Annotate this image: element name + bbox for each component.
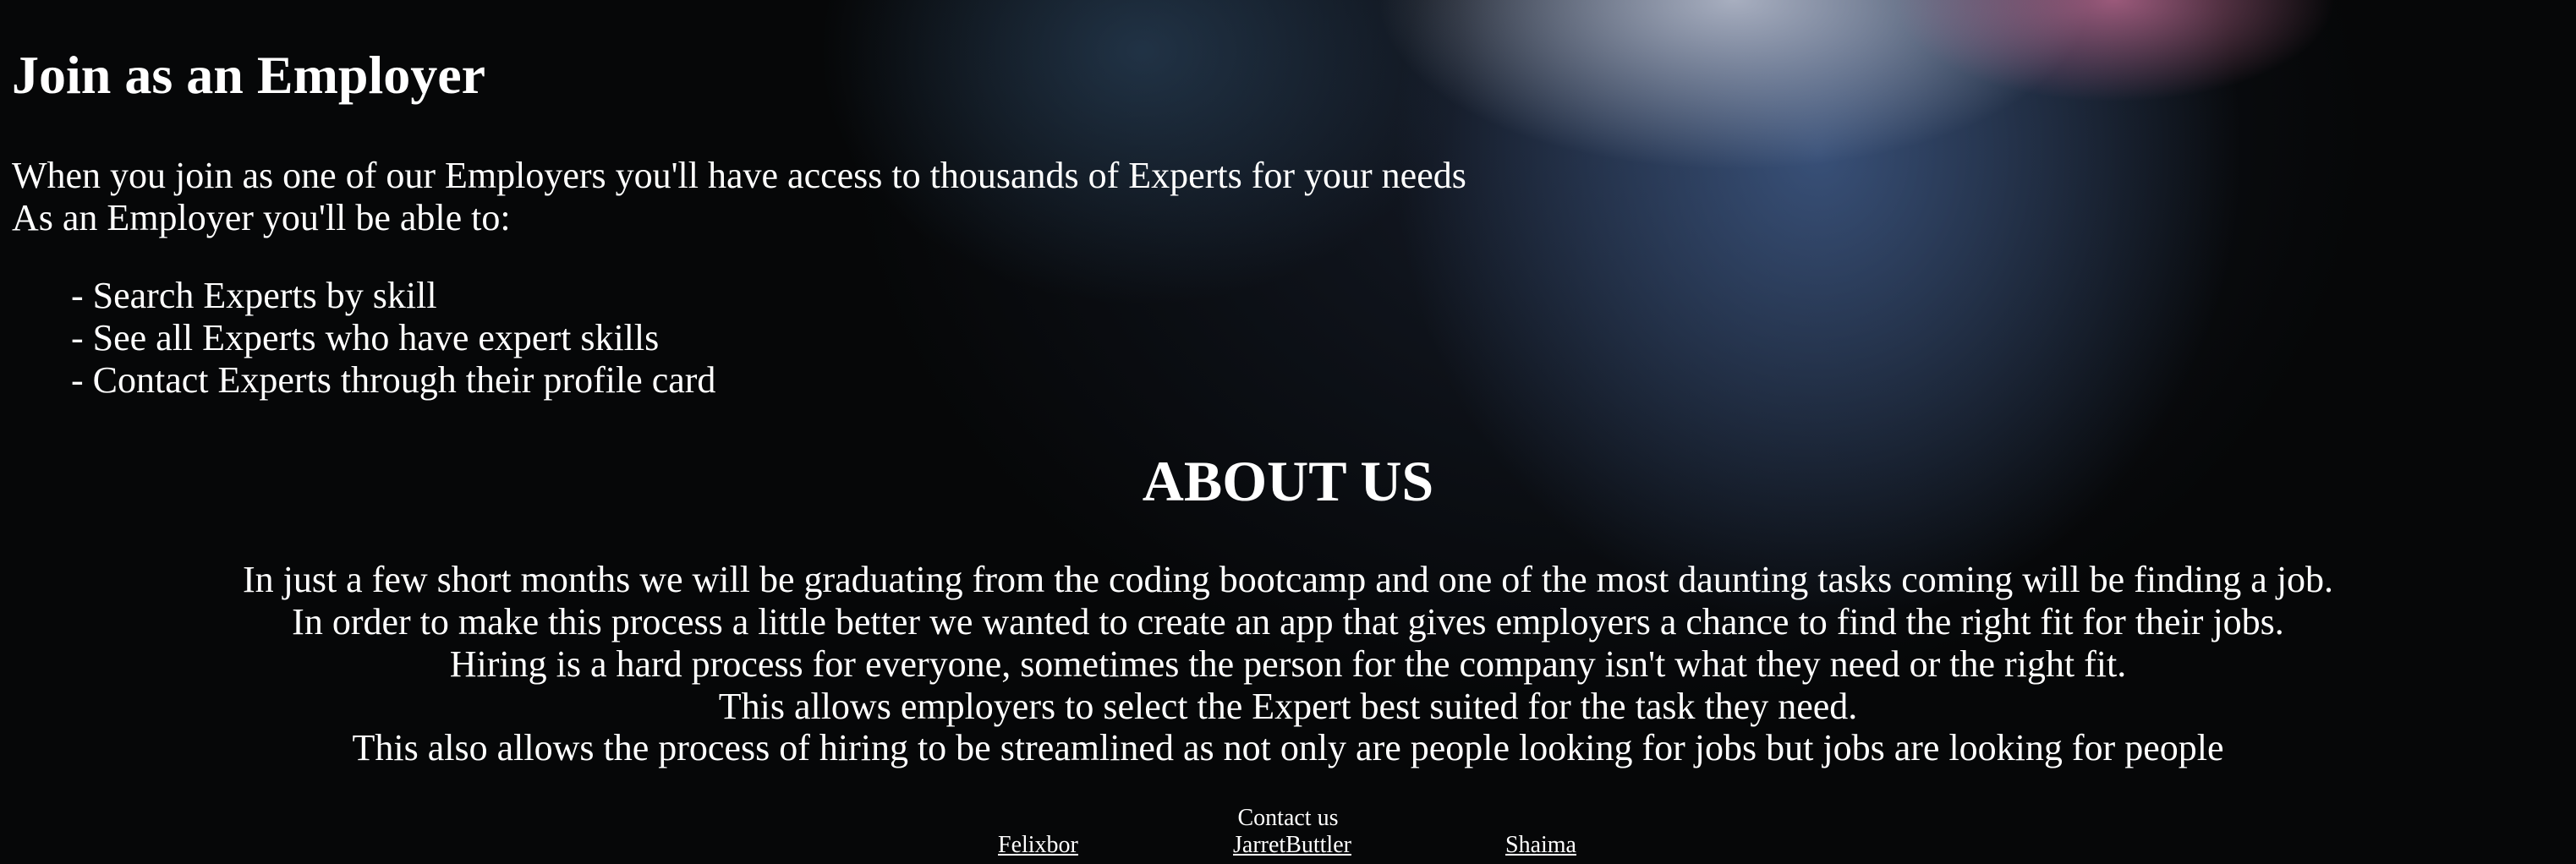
employer-able-to: As an Employer you'll be able to: [12,197,511,238]
ability-item: - See all Experts who have expert skills [71,317,660,358]
contact-link-jarretbuttler[interactable]: JarretButtler [1233,832,1351,859]
about-line: In just a few short months we will be gr… [242,559,2334,600]
about-line: Hiring is a hard process for everyone, s… [449,643,2127,685]
contact-heading: Contact us [1237,805,1339,831]
employer-intro: When you join as one of our Employers yo… [12,155,1466,196]
contact-link-felixbor[interactable]: Felixbor [998,832,1078,859]
employer-title: Join as an Employer [12,45,486,105]
about-line: This allows employers to select the Expe… [718,686,1858,727]
about-title: ABOUT US [1142,449,1434,513]
about-line: In order to make this process a little b… [292,601,2284,643]
about-line: This also allows the process of hiring t… [352,727,2224,768]
contact-link-shaima[interactable]: Shaima [1505,832,1576,859]
ability-item: - Search Experts by skill [71,275,437,316]
ability-item: - Contact Experts through their profile … [71,359,716,401]
